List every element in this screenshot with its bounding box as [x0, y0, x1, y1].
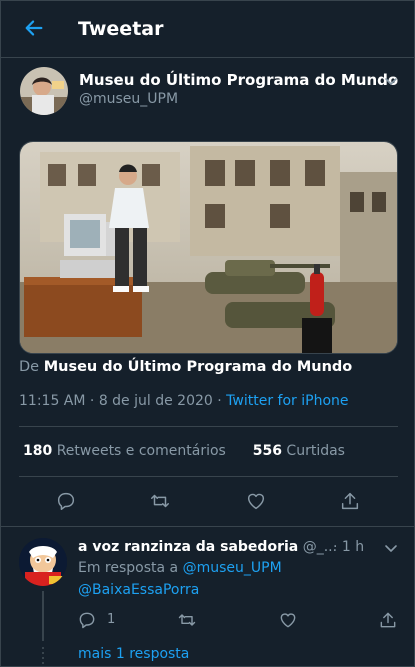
share-icon[interactable]	[339, 490, 361, 512]
reply-avatar[interactable]	[19, 538, 67, 586]
reply-like-icon[interactable]	[278, 610, 298, 630]
reply-retweet-icon[interactable]	[177, 610, 197, 630]
comment-icon[interactable]	[55, 490, 77, 512]
divider	[1, 526, 415, 527]
like-icon[interactable]	[245, 490, 267, 512]
retweet-icon[interactable]	[149, 490, 171, 512]
thread-line	[42, 591, 44, 641]
tweet-time: 11:15 AM	[19, 393, 86, 409]
tweet-stats: 180 Retweets e comentários 556 Curtidas	[23, 443, 345, 459]
source-line: De Museu do Último Programa do Mundo	[19, 359, 352, 375]
header-bar: Tweetar	[1, 1, 415, 58]
author-handle[interactable]: @museu_UPM	[79, 91, 178, 107]
reply-text: @BaixaEssaPorra	[78, 582, 199, 598]
tweet-date: 8 de jul de 2020	[98, 393, 213, 409]
retweets-count: 180	[23, 443, 53, 459]
reply-time[interactable]: 1 h	[342, 539, 364, 555]
retweets-stat[interactable]: 180 Retweets e comentários	[23, 443, 230, 459]
thread-dots	[42, 647, 44, 665]
media-image	[20, 142, 397, 353]
chevron-down-icon[interactable]	[383, 73, 399, 89]
arrow-left-icon[interactable]	[23, 17, 45, 39]
source-name[interactable]: Museu do Último Programa do Mundo	[44, 359, 353, 375]
meta-separator: ·	[217, 393, 222, 409]
meta-separator: ·	[333, 539, 338, 555]
likes-stat[interactable]: 556 Curtidas	[253, 443, 345, 459]
meta-separator: ·	[89, 393, 95, 409]
in-reply-to: Em resposta a @museu_UPM	[78, 560, 282, 576]
in-reply-prefix: Em resposta a	[78, 560, 179, 576]
tweet-media[interactable]	[19, 141, 398, 354]
likes-count: 556	[252, 443, 282, 459]
tweet-detail-screen: Tweetar Museu do Último Programa do Mund…	[0, 0, 415, 667]
avatar-image	[19, 538, 67, 586]
reply-comment-icon[interactable]	[77, 610, 97, 630]
source-prefix: De	[19, 359, 40, 375]
reply-timestamp: · 1 h	[333, 539, 364, 555]
reply-author-name[interactable]: a voz ranzinza da sabedoria	[78, 539, 298, 555]
page-title: Tweetar	[78, 18, 164, 40]
reply-author-handle[interactable]: @_...	[303, 539, 337, 555]
avatar-image	[20, 67, 68, 115]
tweet-client[interactable]: Twitter for iPhone	[226, 393, 348, 409]
tweet-meta: 11:15 AM · 8 de jul de 2020 · Twitter fo…	[19, 393, 349, 409]
author-name[interactable]: Museu do Último Programa do Mundo	[79, 71, 398, 89]
author-avatar[interactable]	[20, 67, 68, 115]
mention-link[interactable]: @BaixaEssaPorra	[78, 582, 199, 598]
likes-label: Curtidas	[286, 443, 345, 459]
divider	[19, 426, 398, 427]
divider	[19, 476, 398, 477]
chevron-down-icon[interactable]	[383, 540, 399, 556]
retweets-label: Retweets e comentários	[56, 443, 226, 459]
more-replies-link[interactable]: mais 1 resposta	[78, 646, 189, 662]
reply-comment-count: 1	[107, 612, 116, 627]
in-reply-to-handle[interactable]: @museu_UPM	[183, 560, 282, 576]
reply-share-icon[interactable]	[378, 610, 398, 630]
